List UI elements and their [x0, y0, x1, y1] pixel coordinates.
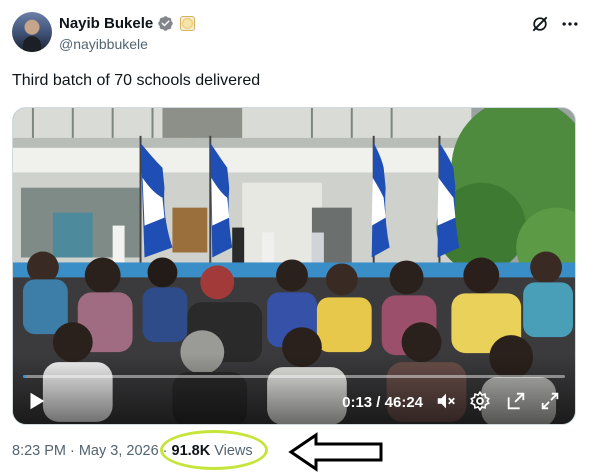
tweet-date[interactable]: May 3, 2026 [79, 443, 159, 459]
verified-badge-icon[interactable] [157, 15, 174, 32]
views-highlight-annotation [160, 430, 268, 470]
arrow-left-icon [288, 432, 383, 472]
handle[interactable]: @nayibbukele [59, 36, 148, 52]
progress-bar[interactable] [23, 375, 565, 378]
display-name[interactable]: Nayib Bukele [59, 15, 153, 32]
pip-icon[interactable] [505, 390, 527, 412]
progress-fill [23, 375, 26, 378]
fullscreen-icon[interactable] [539, 390, 561, 412]
meta-separator: · [70, 443, 75, 459]
affiliate-badge-icon[interactable] [180, 15, 196, 31]
avatar[interactable] [12, 12, 52, 52]
video-player[interactable]: 0:13 / 46:24 [12, 107, 576, 425]
grok-icon[interactable] [530, 14, 550, 34]
tweet-time[interactable]: 8:23 PM [12, 443, 66, 459]
author-row: Nayib Bukele [59, 13, 196, 33]
mute-icon[interactable] [435, 390, 457, 412]
play-icon[interactable] [25, 390, 47, 412]
controls-shade [13, 354, 575, 424]
more-icon[interactable] [560, 14, 580, 34]
tweet-text: Third batch of 70 schools delivered [12, 72, 261, 89]
time-display: 0:13 / 46:24 [342, 394, 423, 411]
settings-icon[interactable] [469, 390, 491, 412]
